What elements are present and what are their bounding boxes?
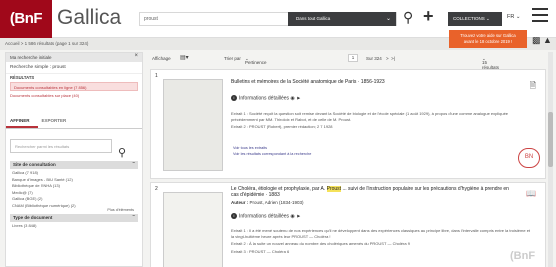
minus-icon: − — [132, 160, 135, 165]
more-link[interactable]: Plus d'éléments — [6, 208, 142, 212]
list-view-icon[interactable]: ▤▾ — [180, 54, 189, 61]
all-excerpts-link[interactable]: Voir tous les extraits — [233, 146, 267, 150]
result-index: 1 — [155, 73, 158, 79]
eye-icon: ◉ — [290, 95, 295, 102]
facet-item[interactable]: Livres (3 848) — [6, 222, 142, 229]
page-input[interactable]: 1 — [348, 54, 358, 62]
menu-icon[interactable] — [532, 8, 548, 22]
notice-line2: avant le 18 octobre 2019 ! — [463, 39, 513, 44]
next-page-icon[interactable]: > >| — [386, 56, 395, 61]
filter-search-icon[interactable]: ⚲ — [118, 146, 126, 159]
facet-type-title: Type de document — [13, 215, 53, 220]
details-label: Informations détaillées — [239, 95, 290, 102]
result-card: 1 Bulletins et mémoires de la Société an… — [150, 69, 546, 179]
lang-label: FR — [507, 14, 515, 20]
initial-query: Recherche simple : proust — [10, 65, 66, 70]
sort-label: Trier par — [224, 56, 241, 61]
audio-icon: ► — [296, 95, 302, 102]
initial-search-header: Ma recherche initiale × — [6, 53, 142, 62]
facet-sites-list: Gallica (7 918) Banque d'images - BIU Sa… — [6, 169, 142, 208]
left-panel: Ma recherche initiale × Recherche simple … — [5, 52, 143, 267]
result-author: Auteur : Proust, Adrien (1834-1903) — [231, 200, 304, 205]
initial-search-title: Ma recherche initiale — [10, 55, 52, 60]
audio-icon: ► — [296, 213, 302, 220]
results-toolbar: Affichage ▤▾ Trier par Pertinence ⌄ 1 Su… — [150, 52, 546, 80]
details-row[interactable]: i Informations détaillées ◉ ► — [231, 213, 301, 219]
panel-tabs: AFFINER EXPORTER — [6, 116, 142, 129]
results-heading: RÉSULTATS — [6, 73, 142, 81]
result-thumbnail[interactable] — [163, 192, 223, 267]
close-icon[interactable]: × — [134, 53, 138, 59]
library-stamp-icon: BN — [518, 148, 540, 168]
facet-sites-title: Site de consultation — [13, 162, 56, 167]
online-results-link[interactable]: Documents consultables en ligne (7 856) — [10, 82, 138, 91]
watermark-logo: (BnF — [510, 250, 536, 262]
result-snippet: Extrait 3 : PROUST — Choléra 6 — [231, 249, 290, 254]
sort-value: Pertinence — [245, 60, 267, 65]
result-snippet: Extrait 1 : Société reçoit la question s… — [231, 111, 509, 122]
result-snippet: Extrait 1 : Il a été mené soutenu de nos… — [231, 228, 531, 239]
collections-button[interactable]: COLLECTIONS ⌄ — [448, 12, 502, 26]
facet-type-list: Livres (3 848) — [6, 222, 142, 229]
result-card: 2 Le Choléra, étiologie et prophylaxie, … — [150, 182, 546, 267]
display-label: Affichage — [152, 56, 171, 61]
chevron-down-icon: ⌄ — [385, 16, 391, 22]
info-icon: i — [231, 213, 237, 219]
results-area: Affichage ▤▾ Trier par Pertinence ⌄ 1 Su… — [150, 52, 546, 267]
tab-refine[interactable]: AFFINER — [6, 116, 38, 128]
search-icon[interactable]: ⚲ — [403, 9, 419, 27]
tab-export[interactable]: EXPORTER — [38, 116, 75, 128]
book-icon: 📖 — [526, 189, 536, 198]
collections-label: COLLECTIONS — [453, 16, 485, 21]
print-icon[interactable]: ▩ — [532, 35, 541, 46]
result-title[interactable]: Le Choléra, étiologie et prophylaxie, pa… — [231, 186, 513, 198]
notice-banner[interactable]: Trouvez votre aide sur Gallica avant le … — [449, 30, 527, 48]
search-scope-select[interactable]: Dans tout Gallica ⌄ — [288, 12, 396, 26]
result-index: 2 — [155, 186, 158, 192]
info-icon: i — [231, 95, 237, 101]
filter-search-input[interactable]: Rechercher parmi les résultats — [10, 139, 112, 153]
language-select[interactable]: FR ⌄ — [507, 14, 520, 20]
page-total: Sur 324 — [366, 56, 382, 61]
result-thumbnail[interactable] — [163, 79, 223, 171]
gallica-brand[interactable]: Gallica — [57, 6, 121, 30]
result-title[interactable]: Bulletins et mémoires de la Société anat… — [231, 79, 385, 85]
facet-type-header[interactable]: Type de document − — [10, 213, 138, 222]
sort-select[interactable]: Pertinence ⌄ — [245, 56, 267, 65]
result-snippet: Extrait 2 : À la suite un nouvel anneau … — [231, 241, 410, 246]
share-icon[interactable]: ▲ — [543, 35, 552, 45]
bnf-logo[interactable]: (BnF — [0, 0, 52, 38]
details-row[interactable]: i Informations détaillées ◉ ► — [231, 95, 301, 101]
scope-label: Dans tout Gallica — [296, 16, 331, 21]
eye-icon: ◉ — [290, 213, 295, 220]
author-name[interactable]: Proust, Adrien (1834-1903) — [250, 200, 304, 205]
minus-icon: − — [132, 213, 135, 218]
onsite-results-link[interactable]: Documents consultables sur place (40) — [10, 93, 138, 98]
title-highlight: Proust — [326, 186, 342, 192]
result-snippet: Extrait 2 : PROUST (Robert), premier réd… — [231, 124, 333, 129]
author-label: Auteur : — [231, 200, 249, 205]
facet-sites-header[interactable]: Site de consultation − — [10, 160, 138, 169]
scrollbar[interactable] — [548, 52, 553, 267]
matching-results-link[interactable]: Voir les résultats correspondant à la re… — [233, 152, 311, 156]
scrollbar-thumb[interactable] — [548, 112, 553, 167]
per-page-select[interactable]: 15 résultats par page ⌄ — [482, 56, 499, 80]
document-type-icon: 🗎 — [529, 81, 536, 90]
plus-icon[interactable]: + — [423, 6, 434, 27]
details-label: Informations détaillées — [239, 213, 290, 220]
